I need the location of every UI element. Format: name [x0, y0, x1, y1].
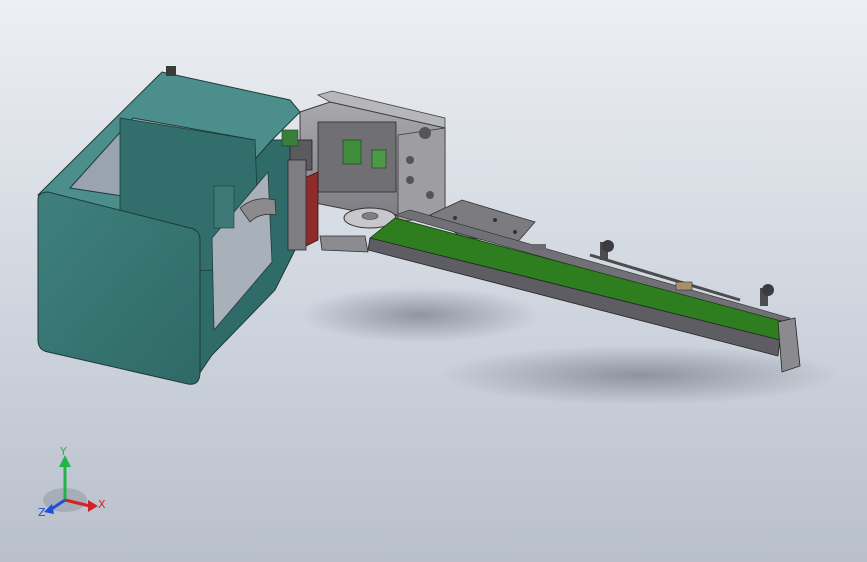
reference-triad	[43, 455, 98, 514]
plate-hole-2	[493, 218, 497, 222]
head-side-plate	[397, 127, 446, 223]
conveyor-knob-1	[602, 240, 614, 252]
housing-top-bolt	[166, 66, 176, 76]
triad-z-label: Z	[38, 506, 46, 519]
plate-hole-1	[453, 216, 457, 220]
conveyor-bracket	[675, 281, 693, 291]
head-hole-4	[426, 191, 434, 199]
cad-model-view[interactable]	[0, 0, 867, 562]
head-green-board	[342, 139, 362, 165]
conveyor-small-part	[532, 244, 546, 250]
triad-y-label: Y	[60, 445, 67, 458]
guide-bar	[319, 235, 369, 253]
housing-frame[interactable]	[36, 66, 301, 385]
triad-x-arrow	[88, 500, 98, 512]
cad-viewport[interactable]: Y X Z	[0, 0, 867, 562]
head-green-part	[371, 149, 387, 169]
head-hole-2	[406, 156, 414, 164]
shadow-housing	[300, 287, 540, 343]
head-hole-1	[419, 127, 431, 139]
slide-carriage	[287, 159, 307, 251]
head-green-mount	[281, 129, 299, 147]
shadow-conveyor	[440, 345, 840, 405]
triad-x-label: X	[98, 498, 106, 511]
head-hole-3	[406, 176, 414, 184]
conveyor-end-cap	[777, 317, 801, 373]
conveyor-knob-2	[762, 284, 774, 296]
turntable-hub	[361, 212, 379, 220]
housing-inner-block	[213, 185, 235, 229]
plate-hole-3	[513, 230, 517, 234]
